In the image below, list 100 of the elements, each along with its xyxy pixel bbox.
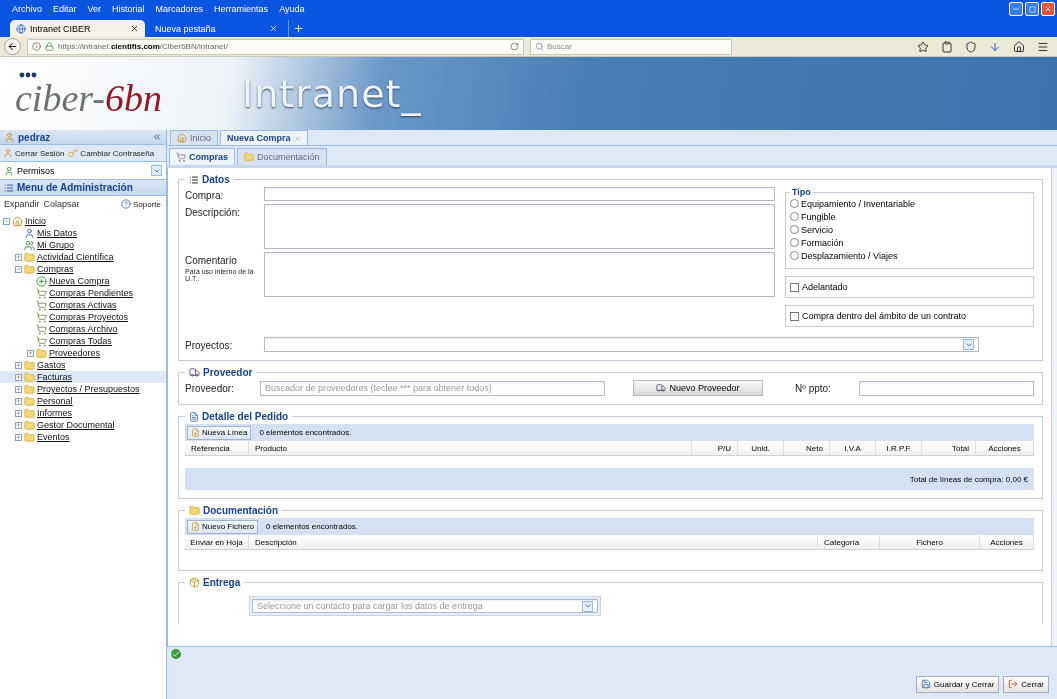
menu-item[interactable]: Editar	[53, 4, 77, 14]
tree-label[interactable]: Mi Grupo	[37, 240, 74, 250]
column-header[interactable]: P/U	[692, 441, 738, 455]
tree-item[interactable]: Eventos	[0, 431, 166, 443]
close-icon[interactable]	[130, 24, 139, 33]
column-header[interactable]: I.R.P.F	[876, 441, 922, 455]
expand-icon[interactable]	[15, 421, 22, 429]
shield-icon[interactable]	[965, 40, 977, 53]
option-label[interactable]: Equipamiento / Inventariable	[801, 198, 916, 209]
tree-item[interactable]: Gastos	[0, 359, 166, 371]
permissions-dropdown[interactable]: Permisos	[0, 162, 166, 180]
menu-item[interactable]: Marcadores	[155, 4, 204, 14]
minimize-button[interactable]	[1009, 2, 1023, 16]
radio-button[interactable]	[790, 199, 799, 208]
column-header[interactable]: Fichero	[880, 535, 980, 549]
tree-label[interactable]: Facturas	[37, 372, 72, 382]
tree-label[interactable]: Mis Datos	[37, 228, 77, 238]
tree-item[interactable]: Personal	[0, 395, 166, 407]
section-tab[interactable]: Compras	[169, 148, 235, 165]
collapse-icon[interactable]	[152, 132, 162, 142]
tree-label[interactable]: Gastos	[37, 360, 66, 370]
new-file-button[interactable]: Nuevo Fichero	[187, 519, 259, 534]
radio-button[interactable]	[790, 212, 799, 221]
tree-item[interactable]: Compras Activas	[0, 299, 166, 311]
option-label[interactable]: Desplazamiento / Viajes	[801, 250, 898, 261]
expand-icon[interactable]	[15, 397, 22, 405]
tree-item[interactable]: Compras Archivo	[0, 323, 166, 335]
radio-button[interactable]	[790, 238, 799, 247]
tree-label[interactable]: Proveedores	[49, 348, 101, 358]
tree-item[interactable]: Gestor Documental	[0, 419, 166, 431]
tree-label[interactable]: Actividad Científica	[37, 252, 114, 262]
tree-label[interactable]: Informes	[37, 408, 72, 418]
option-label[interactable]: Adelantado	[802, 282, 848, 292]
option-label[interactable]: Fungible	[801, 211, 836, 222]
menu-item[interactable]: Ayuda	[279, 4, 305, 14]
expand-icon[interactable]	[15, 409, 22, 417]
tree-label[interactable]: Compras Activas	[49, 300, 117, 310]
save-close-button[interactable]: Guardar y Cerrar	[915, 675, 1000, 693]
close-button[interactable]: Cerrar	[1003, 675, 1049, 693]
compra-field[interactable]	[264, 187, 775, 201]
back-button[interactable]	[4, 38, 21, 55]
expand-icon[interactable]	[15, 373, 22, 381]
expand-icon[interactable]	[15, 253, 22, 261]
tree-label[interactable]: Proyectos / Presupuestos	[37, 384, 140, 394]
new-line-button[interactable]: Nueva Línea	[187, 425, 252, 440]
tree-label[interactable]: Inicio	[25, 216, 46, 226]
support-button[interactable]: Soporte	[119, 199, 162, 209]
column-header[interactable]: Descripción	[249, 535, 818, 549]
restore-button[interactable]	[1025, 2, 1039, 16]
expand-icon[interactable]	[15, 433, 22, 441]
tree-item[interactable]: Inicio	[0, 215, 166, 227]
home-icon[interactable]	[1013, 40, 1025, 53]
column-header[interactable]: Enviar en Hoja	[185, 535, 249, 549]
tree-item[interactable]: Informes	[0, 407, 166, 419]
tree-item[interactable]: Proyectos / Presupuestos	[0, 383, 166, 395]
ppto-field[interactable]	[858, 380, 1034, 396]
column-header[interactable]: I.V.A	[830, 441, 876, 455]
tree-label[interactable]: Eventos	[37, 432, 70, 442]
comment-field[interactable]	[264, 252, 775, 297]
projects-dropdown[interactable]	[264, 337, 979, 352]
address-field[interactable]: https://intranet.cientifis.com/Ciber6BN/intranet/	[27, 38, 524, 55]
tree-label[interactable]: Compras Archivo	[49, 324, 118, 334]
page-tab[interactable]: Inicio	[170, 130, 218, 145]
page-tab[interactable]: Nueva Compra	[220, 130, 308, 145]
tree-label[interactable]: Gestor Documental	[37, 420, 115, 430]
option-label[interactable]: Formación	[801, 237, 844, 248]
collapse-icon[interactable]	[15, 265, 22, 273]
tree-item[interactable]: Facturas	[0, 371, 166, 383]
radio-button[interactable]	[790, 251, 799, 260]
info-icon[interactable]	[32, 42, 41, 51]
column-header[interactable]: Total	[922, 441, 976, 455]
expand-icon[interactable]	[15, 385, 22, 393]
tree-item[interactable]: Proveedores	[0, 347, 166, 359]
expand-icon[interactable]	[15, 361, 22, 369]
description-field[interactable]	[264, 204, 775, 249]
tree-label[interactable]: Personal	[37, 396, 73, 406]
download-icon[interactable]	[989, 40, 1001, 53]
column-header[interactable]: Categoría	[818, 535, 880, 549]
star-icon[interactable]	[917, 40, 929, 53]
tree-label[interactable]: Compras Todas	[49, 336, 112, 346]
tree-item[interactable]: Compras	[0, 263, 166, 275]
new-supplier-button[interactable]: Nuevo Proveedor	[633, 380, 763, 396]
tree-item[interactable]: Actividad Científica	[0, 251, 166, 263]
tree-item[interactable]: Compras Todas	[0, 335, 166, 347]
search-field[interactable]: Buscar	[530, 38, 732, 55]
reload-icon[interactable]	[510, 42, 519, 51]
collapse-icon[interactable]	[3, 217, 10, 225]
tree-item[interactable]: Mi Grupo	[0, 239, 166, 251]
tree-label[interactable]: Nueva Compra	[49, 276, 110, 286]
tree-label[interactable]: Compras	[37, 264, 74, 274]
scrollbar[interactable]	[1051, 168, 1057, 646]
option-label[interactable]: Servicio	[801, 224, 833, 235]
tree-label[interactable]: Compras Pendientes	[49, 288, 134, 298]
browser-tab[interactable]: Intranet CIBER	[10, 20, 145, 37]
column-header[interactable]: Acciones	[980, 535, 1034, 549]
option-label[interactable]: Compra dentro del ámbito de un contrato	[802, 311, 967, 321]
browser-tab[interactable]: Nueva pestaña	[149, 20, 284, 37]
column-header[interactable]: Unid.	[738, 441, 784, 455]
column-header[interactable]: Referencia	[185, 441, 249, 455]
tree-item[interactable]: Compras Proyectos	[0, 311, 166, 323]
